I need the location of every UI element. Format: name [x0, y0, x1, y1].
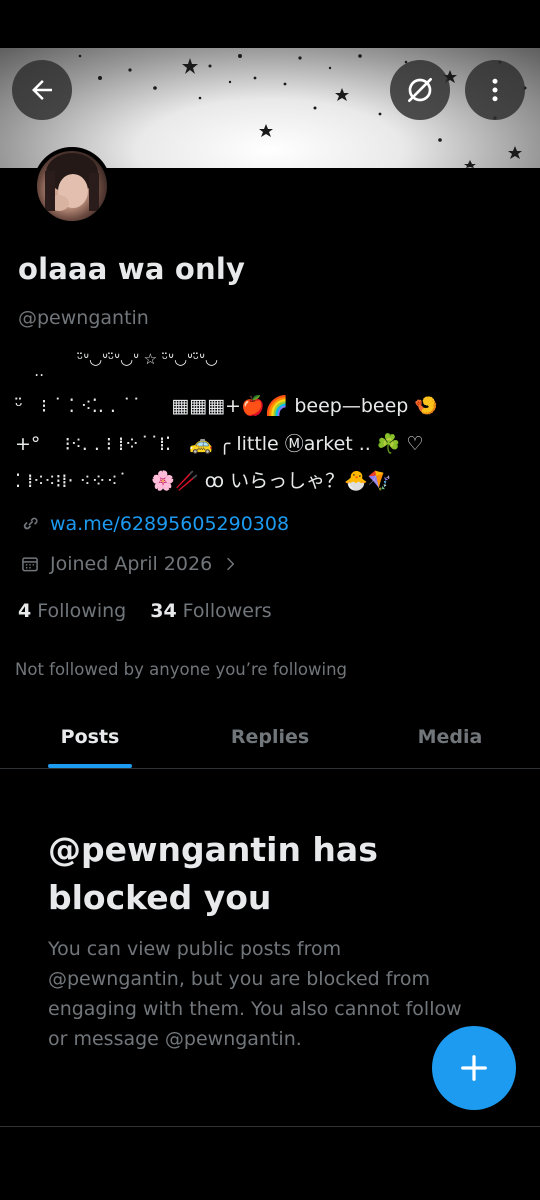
bio-line: ᵕ̈ᐡ◡ᐡᵕ̈ᐡ◡ᐡ ☆ ᵕ̈ᐡ◡ᐡᵕ̈ᐡ◡	[15, 350, 218, 368]
profile-link[interactable]: wa.me/62895605290308	[50, 513, 289, 535]
follow-stats: 4 Following 34 Followers	[18, 600, 272, 622]
grok-button[interactable]	[390, 60, 450, 120]
plus-icon	[461, 1055, 487, 1081]
calendar-icon	[22, 557, 38, 572]
username-handle: @pewngantin	[18, 307, 149, 329]
profile-tabs: Posts Replies Media	[0, 705, 540, 769]
joined-date: Joined April 2026	[50, 553, 213, 575]
link-icon	[23, 517, 38, 530]
bio-line: ᵕ̈ ⁝ ˙ ⁚ ⁖⁚. . ˙˙ ▦▦▦+🍎🌈 beep—beep 🍤	[15, 395, 439, 417]
more-vertical-icon	[492, 78, 498, 102]
bio-line: +° ⁝⁖. . ⁝ ⁞⁘˙˙⁞⁚ 🚕 ╭ little Ⓜarket .. ☘…	[15, 433, 424, 455]
grok-slash-icon	[408, 78, 432, 102]
following-count: 4	[18, 600, 32, 622]
followers-link[interactable]: 34 Followers	[150, 600, 271, 622]
blocked-description: You can view public posts from @pewngant…	[48, 938, 462, 1050]
chevron-right-icon	[227, 557, 235, 571]
blocked-title: @pewngantin has blocked you	[48, 830, 378, 917]
compose-post-button[interactable]	[432, 1026, 516, 1110]
back-button[interactable]	[12, 60, 72, 120]
active-tab-indicator	[48, 764, 132, 768]
mutual-followers-text: Not followed by anyone you’re following	[15, 660, 348, 679]
followers-count: 34	[150, 600, 177, 622]
more-options-button[interactable]	[465, 60, 525, 120]
avatar-photo	[45, 153, 99, 211]
profile-link-row[interactable]: wa.me/62895605290308	[20, 513, 289, 535]
tab-replies[interactable]: Replies	[180, 705, 360, 768]
divider	[0, 1126, 540, 1127]
status-bar	[0, 0, 540, 48]
followers-label: Followers	[182, 600, 272, 622]
following-link[interactable]: 4 Following	[18, 600, 126, 622]
joined-row[interactable]: Joined April 2026	[20, 553, 238, 575]
display-name: olaaa wa only	[18, 252, 246, 286]
avatar[interactable]	[33, 147, 111, 225]
bio-line: ‥	[15, 362, 45, 380]
tab-posts[interactable]: Posts	[0, 705, 180, 768]
following-label: Following	[37, 600, 127, 622]
arrow-left-icon	[32, 80, 52, 100]
tab-media[interactable]: Media	[360, 705, 540, 768]
bio-line: ⁚ ⁞⁖⁖⁝⁞· ⁖⁘⁖˙ 🌸🥢 ꝏ いらっしゃ？🐣🪁	[15, 470, 392, 492]
